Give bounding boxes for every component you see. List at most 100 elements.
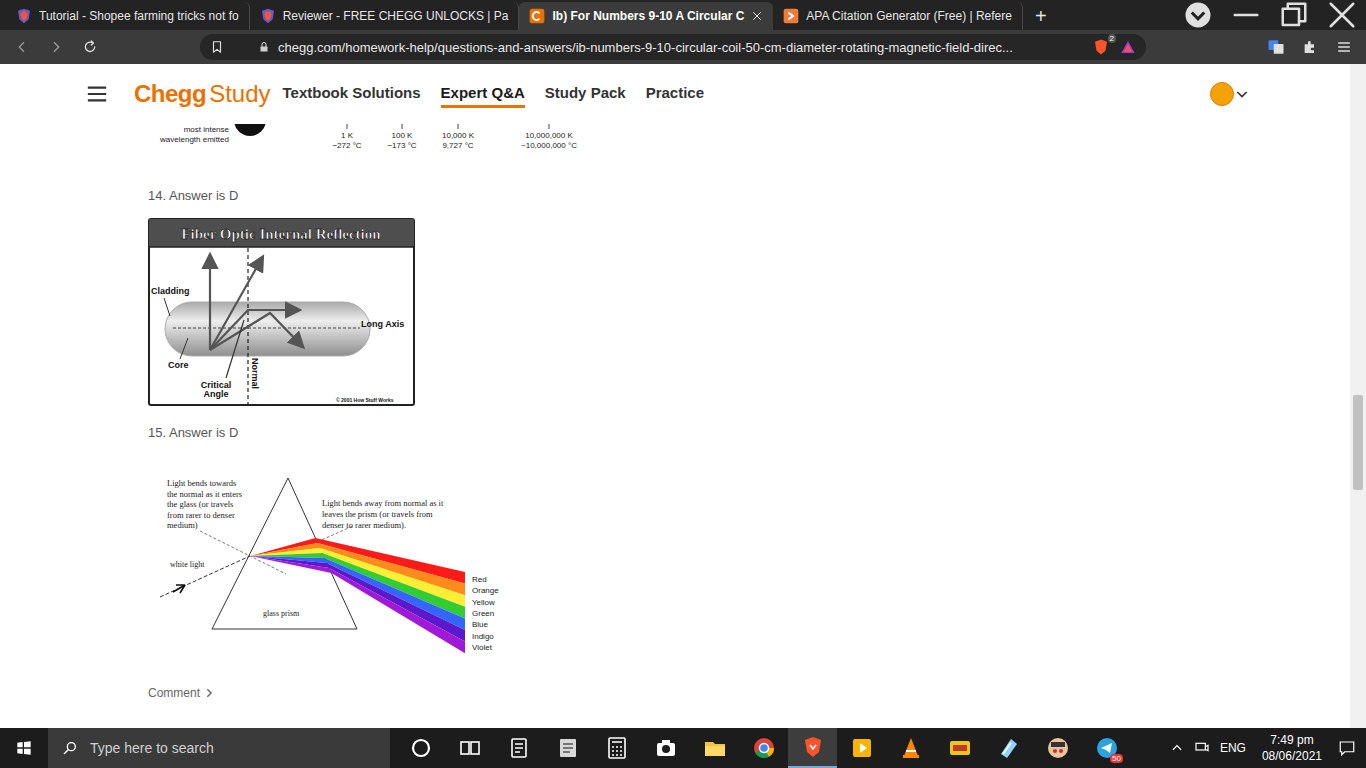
bookmark-icon[interactable] <box>210 40 224 54</box>
back-arrow-icon[interactable] <box>14 39 30 55</box>
tab-strip: Tutorial - Shopee farming tricks not foR… <box>0 0 1366 30</box>
taskbar-app[interactable] <box>935 728 984 768</box>
brave-favicon-icon <box>260 8 276 24</box>
taskbar-app[interactable] <box>739 728 788 768</box>
dictionary-icon[interactable] <box>556 736 580 760</box>
close-window-part <box>1331 4 1354 27</box>
taskbar-app[interactable] <box>1033 728 1082 768</box>
camera-part <box>662 745 670 753</box>
taskbar-app[interactable] <box>396 728 445 768</box>
nav-item[interactable]: Textbook Solutions <box>283 80 421 108</box>
language-indicator[interactable]: ENG <box>1220 741 1246 755</box>
taskbar-app[interactable] <box>690 728 739 768</box>
taskbar-app[interactable] <box>886 728 935 768</box>
color-label: Blue <box>472 620 489 629</box>
enter-note: medium) <box>167 520 198 530</box>
taskbar-app[interactable] <box>641 728 690 768</box>
back-button[interactable] <box>8 33 36 61</box>
display-icon[interactable] <box>1194 740 1210 756</box>
taskbar-app[interactable] <box>494 728 543 768</box>
taskbar-app[interactable] <box>837 728 886 768</box>
brave-rewards-icon[interactable] <box>1120 39 1136 55</box>
shield-button[interactable]: 2 <box>1090 36 1112 58</box>
clock[interactable]: 7:49 pm08/06/2021 <box>1256 732 1328 764</box>
chevron-right-icon[interactable] <box>204 688 214 698</box>
calculator-icon[interactable] <box>605 736 629 760</box>
nav-item[interactable]: Study Pack <box>545 80 626 108</box>
taskbar-app[interactable]: 50 <box>1082 728 1131 768</box>
taskbar-app[interactable] <box>543 728 592 768</box>
comment-link[interactable]: Comment <box>148 686 1350 700</box>
search-part <box>64 749 69 754</box>
game-icon[interactable] <box>1046 736 1070 760</box>
dictionary-part <box>563 744 573 752</box>
critical-angle-label: Angle <box>203 389 228 399</box>
puzzle-icon[interactable] <box>1302 39 1318 55</box>
avatar[interactable] <box>1210 82 1234 106</box>
notes-icon[interactable] <box>997 736 1021 760</box>
taskview-icon[interactable] <box>458 736 482 760</box>
extensions-button[interactable] <box>1296 33 1324 61</box>
pdf-icon[interactable] <box>948 736 972 760</box>
notification-icon[interactable] <box>1338 739 1356 757</box>
menu-part <box>1339 43 1350 51</box>
window-controls <box>1174 0 1366 30</box>
comment-text[interactable]: Comment <box>148 686 200 700</box>
fiber-optic-figure-part <box>164 298 170 316</box>
reload-button[interactable] <box>76 33 104 61</box>
reload-icon[interactable] <box>82 39 98 55</box>
chevron-down-icon[interactable] <box>1234 86 1250 102</box>
browser-tab[interactable]: Ib) For Numbers 9-10 A Circular C <box>519 2 773 30</box>
brave-icon[interactable] <box>801 735 825 759</box>
nav-item[interactable]: Expert Q&A <box>441 80 525 108</box>
camera-icon[interactable] <box>654 736 678 760</box>
hamburger-part <box>88 88 106 101</box>
search-box[interactable]: Type here to search <box>48 728 390 768</box>
spectrum-band <box>250 556 465 653</box>
chegg-logo[interactable]: CheggStudy <box>134 80 271 108</box>
menu-button[interactable] <box>1330 33 1358 61</box>
chevron-up-icon[interactable] <box>1170 741 1184 755</box>
url-box[interactable]: chegg.com/homework-help/questions-and-an… <box>200 34 1146 60</box>
start-button[interactable] <box>0 728 48 768</box>
nav-item[interactable]: Practice <box>646 80 704 108</box>
tab-search-icon[interactable] <box>1174 0 1222 30</box>
forward-arrow-icon[interactable] <box>48 39 64 55</box>
vlc-icon[interactable] <box>899 736 923 760</box>
browser-tab[interactable]: Tutorial - Shopee farming tricks not fo <box>6 2 250 30</box>
browser-tab[interactable]: APA Citation Generator (Free) | Refere <box>773 2 1023 30</box>
search-placeholder[interactable]: Type here to search <box>90 740 214 756</box>
taskbar-app[interactable] <box>788 728 837 768</box>
cortana-icon[interactable] <box>409 736 433 760</box>
browser-tab[interactable]: Reviewer - FREE CHEGG UNLOCKS | Pa <box>250 2 520 30</box>
folder-icon[interactable] <box>703 736 727 760</box>
translate-icon[interactable] <box>1267 38 1285 56</box>
taskbar-app[interactable] <box>984 728 1033 768</box>
tick-celsius: 9,727 °C <box>442 141 473 150</box>
scrollbar[interactable] <box>1350 64 1366 728</box>
page: CheggStudy Textbook Solutions Expert Q&A St… <box>0 64 1366 728</box>
chrome-icon[interactable] <box>752 736 776 760</box>
taskbar-app[interactable] <box>592 728 641 768</box>
spectrum-tick <box>549 124 550 129</box>
menu-icon[interactable] <box>1336 39 1352 55</box>
new-tab-button[interactable]: + <box>1023 2 1059 30</box>
player-icon[interactable] <box>850 736 874 760</box>
hamburger-icon[interactable] <box>86 83 108 105</box>
forward-button[interactable] <box>42 33 70 61</box>
translate-button[interactable] <box>1262 33 1290 61</box>
minimize-icon[interactable] <box>1222 0 1270 30</box>
pdf-part <box>953 745 967 751</box>
windows-logo-icon[interactable] <box>16 740 32 756</box>
close-window-icon[interactable] <box>1318 0 1366 30</box>
restore-icon[interactable] <box>1270 0 1318 30</box>
reader-icon[interactable] <box>507 736 531 760</box>
url-text[interactable]: chegg.com/homework-help/questions-and-an… <box>278 40 1082 55</box>
normal-label: Normal <box>250 358 260 389</box>
close-icon[interactable] <box>751 10 763 22</box>
tick-kelvin: 1 K <box>341 131 354 140</box>
camera-part <box>657 743 675 756</box>
fiber-optic-figure-part <box>180 338 188 359</box>
taskbar-app[interactable] <box>445 728 494 768</box>
scroll-thumb[interactable] <box>1353 395 1363 490</box>
